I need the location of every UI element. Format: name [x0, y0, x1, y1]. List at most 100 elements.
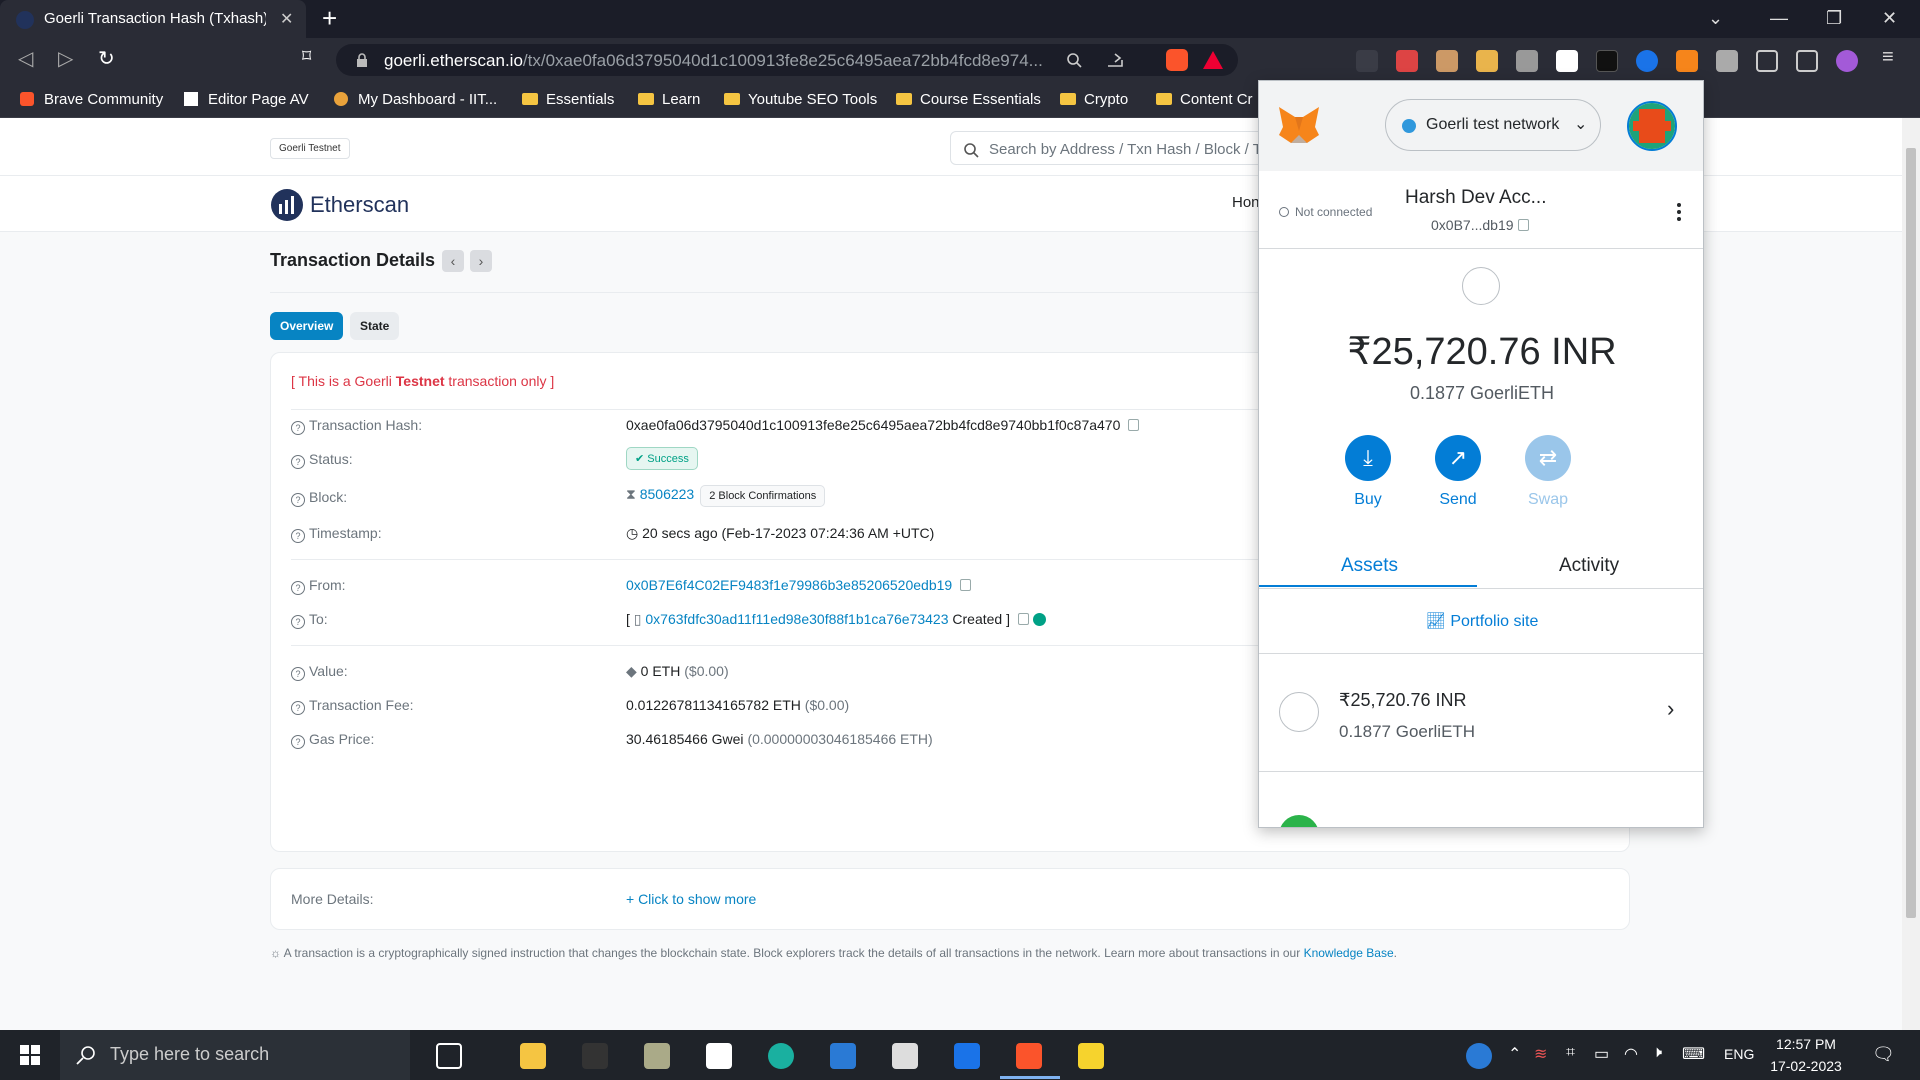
help-icon[interactable]: ?	[291, 701, 305, 715]
copy-icon[interactable]	[1517, 219, 1529, 231]
extension-icon[interactable]	[1356, 50, 1378, 72]
new-tab-icon[interactable]: +	[322, 5, 337, 31]
scrollbar-thumb[interactable]	[1906, 148, 1916, 918]
address-bar[interactable]: goerli.etherscan.io/tx/0xae0fa06d3795040…	[336, 44, 1238, 76]
bookmark-my-dashboard[interactable]: My Dashboard - IIT...	[334, 91, 497, 108]
tray-app-icon[interactable]: ≋	[1534, 1044, 1547, 1064]
bookmark-content[interactable]: Content Cr	[1156, 91, 1253, 108]
tab-search-icon[interactable]: ⌄	[1708, 8, 1723, 29]
portfolio-link[interactable]: 📈︎ Portfolio site	[1259, 611, 1703, 631]
brave-shields-icon[interactable]	[1166, 49, 1188, 71]
help-icon[interactable]: ?	[291, 493, 305, 507]
notifications-icon[interactable]: 🗨︎	[1872, 1044, 1895, 1065]
puzzle-icon[interactable]	[1716, 50, 1738, 72]
sticky-notes-icon[interactable]	[1078, 1043, 1104, 1069]
show-more-link[interactable]: + Click to show more	[626, 891, 756, 907]
forward-icon[interactable]: ▷	[58, 46, 73, 71]
bookmark-editor-page[interactable]: Editor Page AV	[184, 91, 309, 108]
account-address[interactable]: 0x0B7...db19	[1431, 217, 1529, 233]
page-scrollbar[interactable]	[1902, 118, 1920, 1030]
asset-row[interactable]: ₹25,720.76 INR 0.1877 GoerliETH ›	[1259, 654, 1703, 772]
k-extension-icon[interactable]	[1396, 50, 1418, 72]
battery-icon[interactable]: ▭	[1594, 1044, 1609, 1064]
menu-icon[interactable]: ≡	[1882, 46, 1894, 69]
wallet-icon[interactable]	[1796, 50, 1818, 72]
clock-date[interactable]: 17-02-2023	[1760, 1058, 1852, 1074]
meet-now-icon[interactable]: ⌗	[1566, 1044, 1575, 1062]
tab-activity[interactable]: Activity	[1559, 555, 1619, 577]
nav-home[interactable]: Hon	[1232, 194, 1260, 211]
from-address-link[interactable]: 0x0B7E6f4C02EF9483f1e79986b3e85206520edb…	[626, 577, 952, 593]
chevron-up-icon[interactable]: ⌃	[1508, 1044, 1521, 1064]
bookmark-essentials[interactable]: Essentials	[522, 91, 614, 108]
restore-icon[interactable]: ❐	[1826, 8, 1842, 29]
help-icon[interactable]: ?	[291, 667, 305, 681]
bookmark-brave-community[interactable]: Brave Community	[20, 91, 163, 108]
mask-extension-icon[interactable]	[1516, 50, 1538, 72]
bookmark-course-essentials[interactable]: Course Essentials	[896, 91, 1041, 108]
file-explorer-icon[interactable]	[520, 1043, 546, 1069]
task-view-icon[interactable]	[436, 1043, 462, 1069]
swap-button[interactable]: ⇄ Swap	[1513, 435, 1583, 509]
help-icon[interactable]: ?	[291, 615, 305, 629]
calendar-icon[interactable]	[954, 1043, 980, 1069]
amazon-icon[interactable]	[706, 1043, 732, 1069]
bookmark-youtube-seo[interactable]: Youtube SEO Tools	[724, 91, 877, 108]
help-icon[interactable]: ?	[291, 421, 305, 435]
mail-icon[interactable]	[830, 1043, 856, 1069]
openai-extension-icon[interactable]	[1596, 50, 1618, 72]
close-tab-icon[interactable]: ✕	[280, 9, 293, 29]
to-address-link[interactable]: 0x763fdfc30ad11f11ed98e30f88f1b1ca76e734…	[645, 611, 948, 627]
taskbar-search[interactable]: Type here to search	[60, 1030, 410, 1080]
buy-button[interactable]: ⤓ Buy	[1333, 435, 1403, 509]
copy-icon[interactable]	[960, 579, 972, 591]
tab-overview[interactable]: Overview	[270, 312, 344, 340]
share-icon[interactable]	[1106, 52, 1124, 68]
profile-avatar[interactable]	[1836, 50, 1858, 72]
bookmark-icon[interactable]: ⌑	[302, 46, 311, 67]
connection-status[interactable]: Not connected	[1279, 205, 1372, 219]
reload-icon[interactable]: ↻	[98, 46, 115, 71]
tab-assets[interactable]: Assets	[1341, 555, 1398, 577]
cookie-extension-icon[interactable]	[1436, 50, 1458, 72]
bookmark-learn[interactable]: Learn	[638, 91, 700, 108]
clock-time[interactable]: 12:57 PM	[1770, 1036, 1842, 1052]
etherscan-logo[interactable]: Etherscan	[270, 188, 409, 222]
help-icon[interactable]: ?	[291, 455, 305, 469]
account-avatar[interactable]	[1627, 101, 1677, 151]
network-badge[interactable]: Goerli Testnet	[270, 138, 350, 159]
volume-icon[interactable]: 🕨︎	[1652, 1044, 1662, 1062]
cursor-app-icon[interactable]	[582, 1043, 608, 1069]
windows-start-icon[interactable]	[20, 1045, 40, 1065]
bookmark-crypto[interactable]: Crypto	[1060, 91, 1128, 108]
close-window-icon[interactable]: ✕	[1882, 8, 1897, 29]
browser-tab[interactable]: Goerli Transaction Hash (Txhash) | E ✕	[0, 0, 306, 38]
metamask-fox-icon[interactable]	[1277, 105, 1321, 145]
keyboard-icon[interactable]: ⌨︎	[1682, 1044, 1705, 1064]
search-input[interactable]: Search by Address / Txn Hash / Block / T	[950, 131, 1310, 165]
help-icon[interactable]: ?	[291, 529, 305, 543]
paint-app-icon[interactable]	[644, 1043, 670, 1069]
send-button[interactable]: ↗ Send	[1423, 435, 1493, 509]
account-name[interactable]: Harsh Dev Acc...	[1405, 187, 1547, 209]
notes-extension-icon[interactable]	[1476, 50, 1498, 72]
network-selector[interactable]: Goerli test network ⌄	[1385, 99, 1601, 151]
minimize-icon[interactable]: —	[1770, 8, 1788, 29]
block-link[interactable]: 8506223	[640, 486, 695, 502]
copy-icon[interactable]	[1017, 613, 1029, 625]
next-tx-button[interactable]: ›	[470, 250, 492, 272]
edge-icon[interactable]	[768, 1043, 794, 1069]
store-icon[interactable]	[892, 1043, 918, 1069]
brave-icon[interactable]	[1016, 1043, 1042, 1069]
back-icon[interactable]: ◁	[18, 46, 33, 71]
s-extension-icon[interactable]	[1556, 50, 1578, 72]
media-extension-icon[interactable]	[1636, 50, 1658, 72]
knowledge-base-link[interactable]: Knowledge Base	[1304, 946, 1394, 960]
help-icon[interactable]: ?	[291, 581, 305, 595]
help-icon[interactable]	[1466, 1043, 1492, 1069]
brave-rewards-icon[interactable]	[1202, 50, 1224, 70]
zoom-icon[interactable]	[1066, 52, 1082, 68]
account-options-icon[interactable]	[1677, 203, 1681, 224]
sidebar-icon[interactable]	[1756, 50, 1778, 72]
tab-state[interactable]: State	[350, 312, 400, 340]
